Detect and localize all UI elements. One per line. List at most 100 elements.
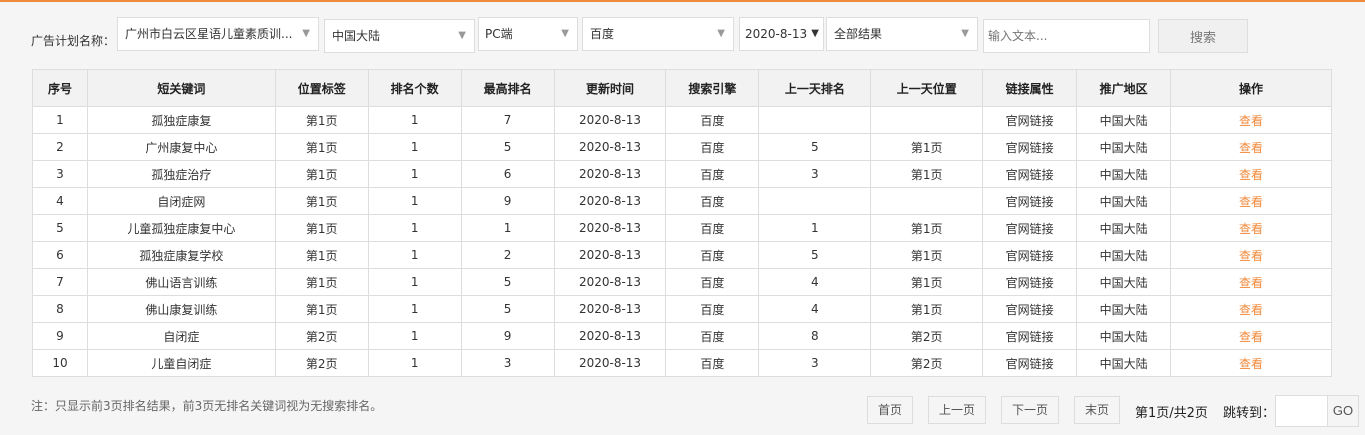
table-cell [758,187,872,215]
view-link[interactable]: 查看 [1170,322,1332,350]
view-link[interactable]: 查看 [1170,241,1332,269]
dropdown-arrow-icon: ▼ [961,28,969,39]
table-cell: 第1页 [274,241,369,269]
filter-bar: 广告计划名称： 广州市白云区星语儿童素质训... ▼ 中国大陆 ▼ PC端 ▼ 百度 ▼… [0,17,1365,57]
table-cell: 中国大陆 [1076,268,1172,296]
region-value: 中国大陆 [332,29,381,43]
device-value: PC端 [485,27,513,41]
jump-page-input[interactable] [1275,395,1328,427]
last-page-button[interactable]: 末页 [1074,396,1120,424]
table-cell: 3 [758,160,872,188]
table-cell: 6 [32,241,88,269]
table-cell: 第1页 [870,214,984,242]
view-link[interactable]: 查看 [1170,187,1332,215]
table-cell: 5 [460,295,555,323]
date-value: 2020-8-13 [745,27,808,41]
plan-select[interactable]: 广州市白云区星语儿童素质训... ▼ [117,17,319,51]
table-cell: 2020-8-13 [553,160,667,188]
dropdown-arrow-icon: ▼ [458,30,466,41]
table-cell: 官网链接 [982,241,1078,269]
view-link[interactable]: 查看 [1170,133,1332,161]
table-cell: 佛山语言训练 [86,268,276,296]
table-cell: 3 [460,349,555,377]
table-cell: 9 [460,322,555,350]
engine-select[interactable]: 百度 ▼ [582,17,734,51]
table-cell: 3 [758,349,872,377]
table-cell: 2020-8-13 [553,106,667,134]
view-link[interactable]: 查看 [1170,160,1332,188]
table-cell: 百度 [665,349,760,377]
table-cell: 第1页 [274,268,369,296]
region-select[interactable]: 中国大陆 ▼ [324,19,475,53]
engine-value: 百度 [590,27,615,41]
table-cell: 第1页 [274,295,369,323]
table-cell: 4 [758,295,872,323]
result-select[interactable]: 全部结果 ▼ [826,17,978,51]
table-cell: 2020-8-13 [553,133,667,161]
table-cell [870,187,984,215]
table-cell: 3 [32,160,88,188]
table-row: 8 佛山康复训练 第1页 1 5 2020-8-13 百度 4 第1页 官网链接 中国大陆 查看 [32,295,1332,323]
prev-page-button[interactable]: 上一页 [928,396,986,424]
view-link[interactable]: 查看 [1170,268,1332,296]
table-cell: 官网链接 [982,160,1078,188]
device-select[interactable]: PC端 ▼ [478,17,578,51]
column-header: 上一天位置 [870,69,984,107]
date-select[interactable]: 2020-8-13 ▼ [739,17,824,51]
table-cell: 百度 [665,241,760,269]
table-cell: 第1页 [274,106,369,134]
column-header: 序号 [32,69,88,107]
table-cell: 百度 [665,214,760,242]
table-cell: 9 [460,187,555,215]
search-input[interactable] [983,19,1150,53]
column-header: 更新时间 [553,69,667,107]
table-cell: 中国大陆 [1076,241,1172,269]
column-header: 位置标签 [274,69,369,107]
dropdown-arrow-icon: ▼ [717,28,725,39]
column-header: 搜索引擎 [665,69,760,107]
table-cell: 2020-8-13 [553,187,667,215]
table-row: 9 自闭症 第2页 1 9 2020-8-13 百度 8 第2页 官网链接 中国大陆 查看 [32,322,1332,350]
table-cell: 百度 [665,160,760,188]
result-value: 全部结果 [834,27,883,41]
table-cell: 佛山康复训练 [86,295,276,323]
table-cell: 1 [460,214,555,242]
table-cell: 6 [460,160,555,188]
table-row: 6 孤独症康复学校 第1页 1 2 2020-8-13 百度 5 第1页 官网链接 中国大陆 查看 [32,241,1332,269]
table-cell: 中国大陆 [1076,214,1172,242]
table-cell: 官网链接 [982,214,1078,242]
table-cell: 百度 [665,295,760,323]
view-link[interactable]: 查看 [1170,349,1332,377]
table-cell: 广州康复中心 [86,133,276,161]
table-cell: 中国大陆 [1076,187,1172,215]
plan-value: 广州市白云区星语儿童素质训... [125,27,293,41]
table-cell: 1 [367,106,462,134]
first-page-button[interactable]: 首页 [867,396,913,424]
column-header: 上一天排名 [758,69,872,107]
table-cell: 1 [367,160,462,188]
table-cell: 官网链接 [982,106,1078,134]
table-cell: 第2页 [274,322,369,350]
view-link[interactable]: 查看 [1170,214,1332,242]
dropdown-arrow-icon: ▼ [811,28,819,39]
table-cell: 第1页 [870,268,984,296]
table-cell: 7 [32,268,88,296]
table-cell: 第1页 [870,241,984,269]
table-cell: 5 [32,214,88,242]
search-button[interactable]: 搜索 [1158,19,1248,53]
table-cell: 百度 [665,187,760,215]
table-cell: 官网链接 [982,349,1078,377]
plan-label: 广告计划名称： [31,34,116,48]
column-header: 短关键词 [86,69,276,107]
table-header: 序号 短关键词 位置标签 排名个数 最高排名 更新时间 搜索引擎 上一天排名 上一天位置 链接属性… [32,69,1332,107]
table-cell: 2020-8-13 [553,322,667,350]
table-cell: 中国大陆 [1076,160,1172,188]
table-cell: 1 [367,349,462,377]
column-header: 链接属性 [982,69,1078,107]
table-row: 4 自闭症网 第1页 1 9 2020-8-13 百度 官网链接 中国大陆 查看 [32,187,1332,215]
next-page-button[interactable]: 下一页 [1001,396,1059,424]
go-button[interactable]: GO [1327,395,1359,427]
view-link[interactable]: 查看 [1170,106,1332,134]
view-link[interactable]: 查看 [1170,295,1332,323]
table-cell: 第1页 [870,133,984,161]
